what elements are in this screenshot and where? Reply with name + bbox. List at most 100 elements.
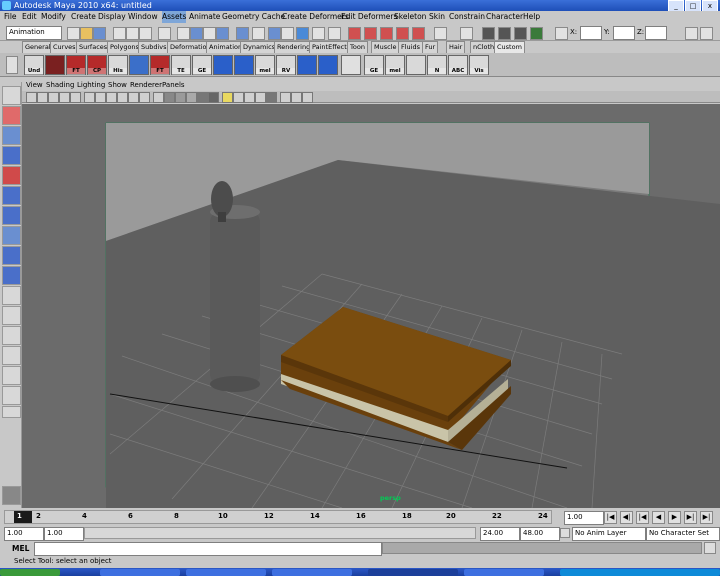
render-frame-icon[interactable] bbox=[312, 27, 325, 40]
magnet5-icon[interactable] bbox=[412, 27, 425, 40]
last-tool-icon[interactable] bbox=[2, 266, 21, 285]
lasso-tool-icon[interactable] bbox=[2, 106, 21, 125]
render-icon[interactable] bbox=[297, 55, 317, 75]
shelf-menu-icon[interactable] bbox=[6, 56, 18, 74]
blue-cube-icon[interactable] bbox=[213, 55, 233, 75]
step-back-key-icon[interactable]: |◀ bbox=[636, 511, 649, 524]
tab-fluids[interactable]: Fluids bbox=[398, 41, 423, 53]
menu-create[interactable]: Create bbox=[71, 11, 96, 23]
anim-layer-icon[interactable] bbox=[560, 528, 570, 538]
script-editor-icon[interactable] bbox=[704, 542, 716, 554]
abc-icon[interactable]: ABC bbox=[448, 55, 468, 75]
clapper3-icon[interactable] bbox=[514, 27, 527, 40]
menu-skin[interactable]: Skin bbox=[429, 11, 445, 23]
tab-toon[interactable]: Toon bbox=[347, 41, 368, 53]
character-set-dropdown[interactable]: No Character Set bbox=[646, 527, 720, 541]
image-plane-icon[interactable] bbox=[70, 92, 81, 103]
green-box-icon[interactable] bbox=[530, 27, 543, 40]
new-scene-icon[interactable] bbox=[67, 27, 80, 40]
help-circle-icon[interactable] bbox=[296, 27, 309, 40]
channel-box-toggle-icon[interactable] bbox=[685, 27, 698, 40]
history-icon[interactable] bbox=[252, 27, 265, 40]
ge2-icon[interactable]: GE bbox=[364, 55, 384, 75]
layout-outliner-icon[interactable] bbox=[2, 366, 21, 385]
clapper2-icon[interactable] bbox=[498, 27, 511, 40]
te-icon[interactable]: TE bbox=[171, 55, 191, 75]
isolate-icon[interactable] bbox=[233, 92, 244, 103]
layout-more-icon[interactable] bbox=[2, 406, 21, 418]
backface-icon[interactable] bbox=[266, 92, 277, 103]
menu-geometry-cache[interactable]: Geometry Cache bbox=[222, 11, 285, 23]
tab-polygons[interactable]: Polygons bbox=[107, 41, 142, 53]
input-box-icon[interactable] bbox=[555, 27, 568, 40]
tab-general[interactable]: General bbox=[22, 41, 54, 53]
taskbar-item-active[interactable] bbox=[368, 569, 458, 576]
time-slider[interactable]: 1 2 4 6 8 10 12 14 16 18 20 22 24 bbox=[0, 508, 560, 526]
go-to-end-icon[interactable]: ▶| bbox=[700, 511, 713, 524]
start-time-field[interactable]: 1.00 bbox=[4, 527, 44, 541]
panel-menu-lighting[interactable]: Lighting bbox=[77, 80, 105, 91]
render2-icon[interactable] bbox=[318, 55, 338, 75]
curve-icon[interactable] bbox=[406, 55, 426, 75]
snap-surface-icon[interactable] bbox=[236, 27, 249, 40]
tab-dynamics[interactable]: Dynamics bbox=[240, 41, 279, 53]
shadows-icon[interactable] bbox=[208, 92, 219, 103]
tab-hair[interactable]: Hair bbox=[446, 41, 466, 53]
panel-menu-panels[interactable]: Panels bbox=[162, 80, 185, 91]
tab-fur[interactable]: Fur bbox=[422, 41, 439, 53]
taskbar-item[interactable] bbox=[272, 569, 352, 576]
panel-menu-view[interactable]: View bbox=[26, 80, 43, 91]
menu-help[interactable]: Help bbox=[523, 11, 540, 23]
camera2-icon[interactable] bbox=[37, 92, 48, 103]
paint-select-icon[interactable] bbox=[2, 126, 21, 145]
undo-icon[interactable]: Und bbox=[24, 55, 44, 75]
snap-grid-icon[interactable] bbox=[177, 27, 190, 40]
select-object-icon[interactable] bbox=[126, 27, 139, 40]
panel-menu-shading[interactable]: Shading bbox=[46, 80, 74, 91]
bookmark-icon[interactable] bbox=[59, 92, 70, 103]
resolution-gate-icon[interactable] bbox=[106, 92, 117, 103]
open-scene-icon[interactable] bbox=[80, 27, 93, 40]
layout-single-icon[interactable] bbox=[2, 286, 21, 305]
command-input[interactable] bbox=[34, 542, 382, 556]
step-back-icon[interactable]: ◀| bbox=[620, 511, 633, 524]
select-hierarchy-icon[interactable] bbox=[113, 27, 126, 40]
snap-curve-icon[interactable] bbox=[190, 27, 203, 40]
cp-icon[interactable]: CP bbox=[87, 55, 107, 75]
taskbar-item[interactable] bbox=[100, 569, 180, 576]
move-tool-icon[interactable] bbox=[2, 146, 21, 165]
camera3-icon[interactable] bbox=[48, 92, 59, 103]
current-frame-field[interactable]: 1.00 bbox=[564, 511, 604, 525]
smooth-shade-icon[interactable] bbox=[164, 92, 175, 103]
hud3-icon[interactable] bbox=[302, 92, 313, 103]
playback-end-field[interactable]: 24.00 bbox=[480, 527, 520, 541]
construction-history-icon[interactable] bbox=[268, 27, 281, 40]
menu-animate[interactable]: Animate bbox=[189, 11, 220, 23]
grid-toggle-icon[interactable] bbox=[84, 92, 95, 103]
menu-create-deformers[interactable]: Create Deformers bbox=[282, 11, 349, 23]
playback-start-field[interactable]: 1.00 bbox=[44, 527, 84, 541]
menu-constrain[interactable]: Constrain bbox=[449, 11, 485, 23]
n-icon[interactable]: N bbox=[427, 55, 447, 75]
magnet4-icon[interactable] bbox=[396, 27, 409, 40]
film-gate-icon[interactable] bbox=[95, 92, 106, 103]
panel-menu-renderer[interactable]: Renderer bbox=[130, 80, 162, 91]
hud2-icon[interactable] bbox=[291, 92, 302, 103]
menu-edit-deformers[interactable]: Edit Deformers bbox=[341, 11, 397, 23]
play-backwards-icon[interactable]: ◀ bbox=[652, 511, 665, 524]
blue-cube2-icon[interactable] bbox=[234, 55, 254, 75]
taskbar-item[interactable] bbox=[186, 569, 266, 576]
taskbar-item[interactable] bbox=[464, 569, 544, 576]
gate-mask-icon[interactable] bbox=[117, 92, 128, 103]
hud-icon[interactable] bbox=[280, 92, 291, 103]
select-tool-icon[interactable] bbox=[2, 86, 21, 105]
ge-icon[interactable]: GE bbox=[192, 55, 212, 75]
soft-mod-icon[interactable] bbox=[2, 226, 21, 245]
blank-icon[interactable] bbox=[341, 55, 361, 75]
scale-tool-icon[interactable] bbox=[2, 186, 21, 205]
panel-menu-show[interactable]: Show bbox=[108, 80, 127, 91]
layout-graph-icon[interactable] bbox=[2, 386, 21, 405]
anim-layer-dropdown[interactable]: No Anim Layer bbox=[572, 527, 646, 541]
his-icon[interactable]: His bbox=[108, 55, 128, 75]
tab-curves[interactable]: Curves bbox=[50, 41, 79, 53]
